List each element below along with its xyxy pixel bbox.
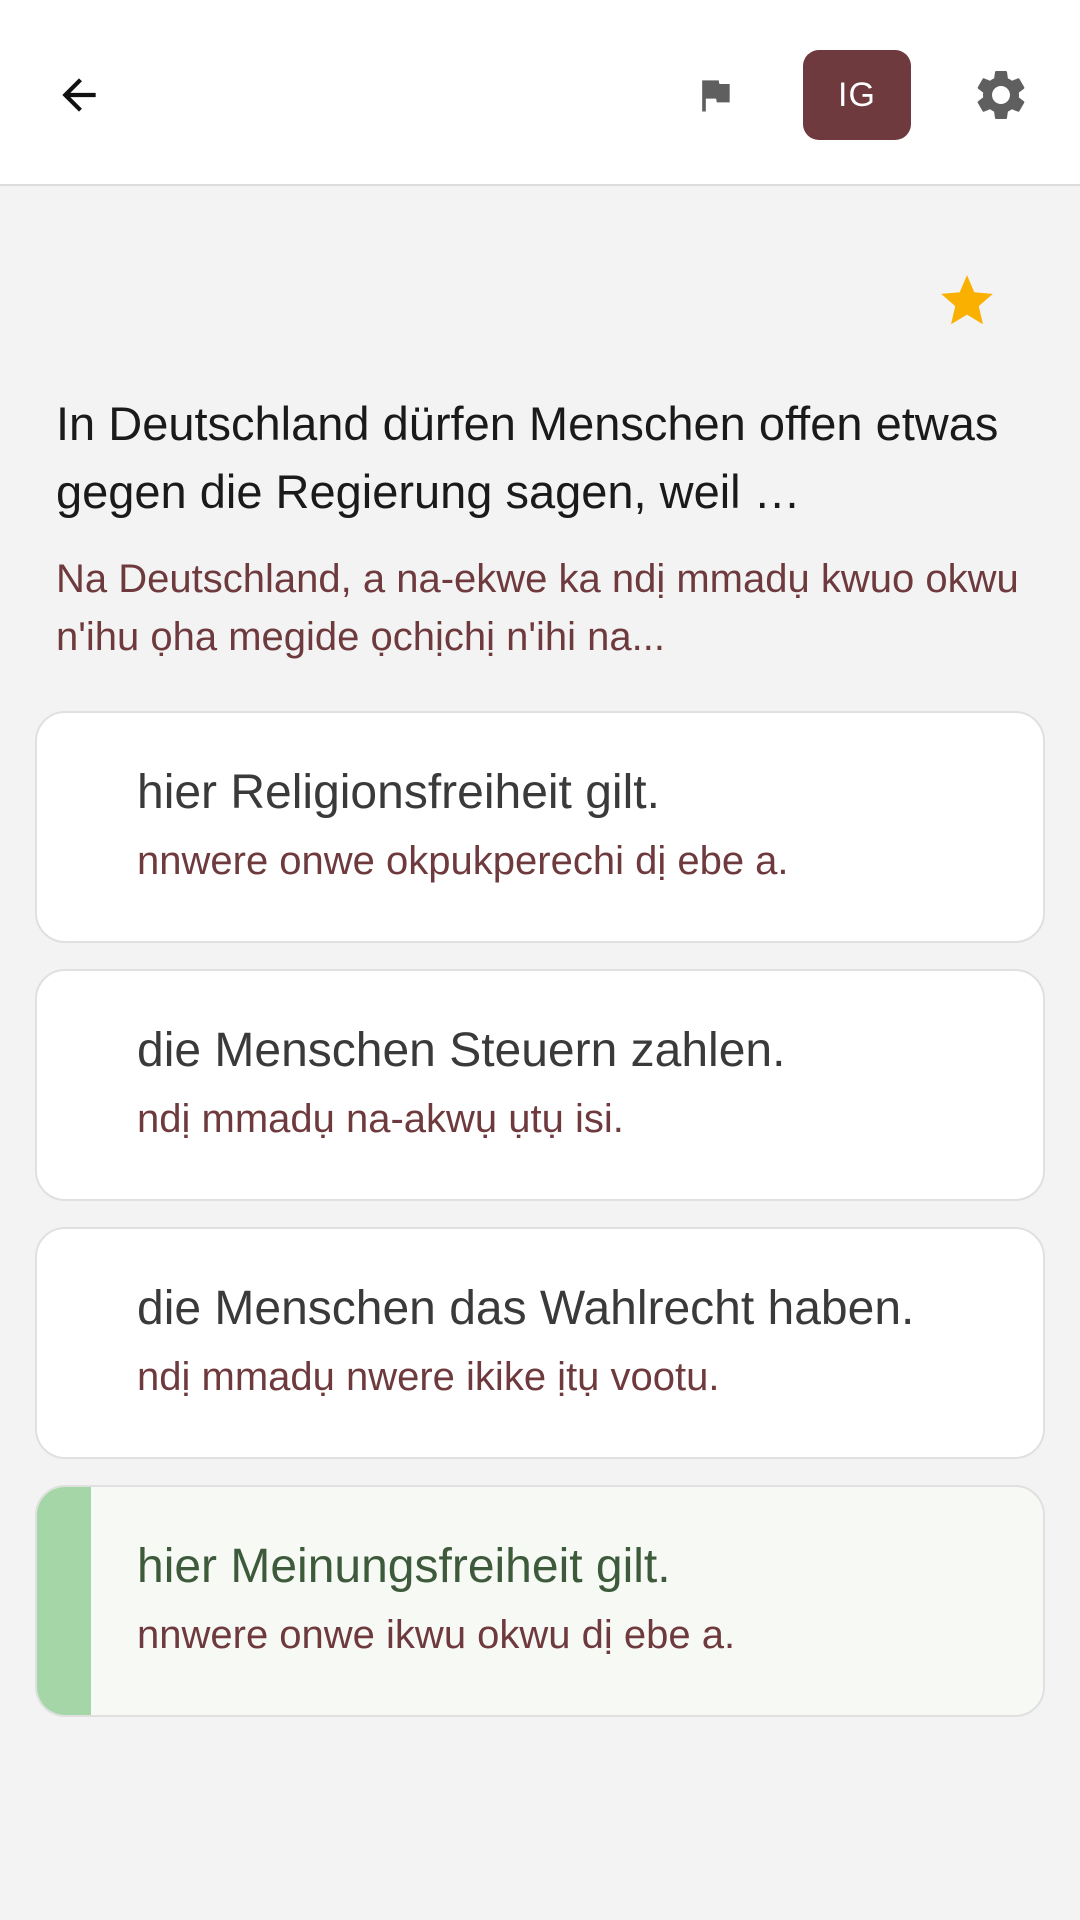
answer-translation: nnwere onwe okpukperechi dị ebe a. [137, 839, 789, 883]
answer-option-4-correct[interactable]: hier Meinungsfreiheit gilt. nnwere onwe … [35, 1485, 1045, 1717]
gear-icon [977, 70, 1025, 119]
language-button[interactable]: IG [803, 50, 911, 140]
star-icon[interactable] [936, 270, 998, 332]
language-badge-label: IG [838, 75, 876, 114]
correct-indicator-bar [37, 1487, 91, 1715]
question-text: In Deutschland dürfen Menschen offen etw… [56, 397, 999, 518]
answer-text: hier Meinungsfreiheit gilt. [137, 1540, 671, 1593]
answer-translation: nnwere onwe ikwu okwu dị ebe a. [137, 1613, 736, 1657]
answer-text: die Menschen Steuern zahlen. [137, 1024, 786, 1077]
answer-option-3[interactable]: die Menschen das Wahlrecht haben. ndị mm… [35, 1227, 1045, 1459]
answer-option-1[interactable]: hier Religionsfreiheit gilt. nnwere onwe… [35, 711, 1045, 943]
answer-translation: ndị mmadụ nwere ikike ịtụ vootu. [137, 1355, 720, 1399]
answer-translation: ndị mmadụ na-akwụ ụtụ isi. [137, 1097, 624, 1141]
question-translation: Na Deutschland, a na-ekwe ka ndị mmadụ k… [56, 557, 1019, 659]
answer-option-2[interactable]: die Menschen Steuern zahlen. ndị mmadụ n… [35, 969, 1045, 1201]
arrow-back-icon [62, 78, 96, 112]
app-bar: IG [0, 0, 1080, 186]
answer-text: hier Religionsfreiheit gilt. [137, 766, 660, 819]
back-button[interactable] [44, 58, 114, 132]
flag-icon [702, 80, 730, 112]
answer-text: die Menschen das Wahlrecht haben. [137, 1282, 915, 1335]
report-button[interactable] [680, 60, 750, 130]
settings-button[interactable] [966, 58, 1036, 132]
